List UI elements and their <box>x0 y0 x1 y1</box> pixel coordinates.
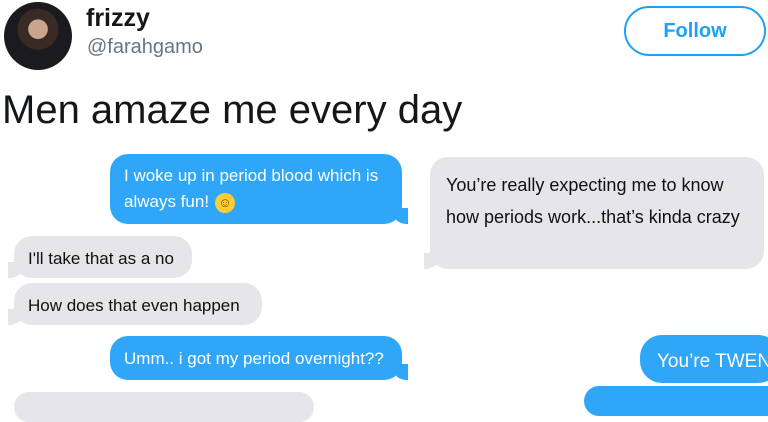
message-text: I'll take that as a no <box>28 249 174 268</box>
author-display-name[interactable]: frizzy <box>86 4 150 33</box>
message-text: You’re TWEN <box>657 351 768 372</box>
received-message-bubble: I'll take that as a no <box>8 236 192 278</box>
avatar[interactable] <box>4 2 72 70</box>
message-text: You’re really expecting me to know how p… <box>446 175 740 227</box>
message-text: How does that even happen <box>28 296 240 315</box>
received-message-bubble: You’re really expecting me to know how p… <box>424 157 764 269</box>
message-text: I woke up in period blood which is alway… <box>124 166 379 212</box>
sent-message-bubble: Umm.. i got my period overnight?? <box>110 336 408 380</box>
sent-message-bubble: I woke up in period blood which is alway… <box>110 154 408 224</box>
follow-button[interactable]: Follow <box>624 6 766 56</box>
grinning-face-emoji-icon: ☺ <box>215 192 236 213</box>
author-handle[interactable]: @farahgamo <box>87 36 203 59</box>
received-message-bubble-partial <box>14 392 314 422</box>
sent-message-bubble-partial <box>584 386 768 416</box>
tweet-text: Men amaze me every day <box>2 88 463 132</box>
received-message-bubble: How does that even happen <box>8 283 262 325</box>
message-text: Umm.. i got my period overnight?? <box>124 349 384 368</box>
sent-message-bubble: You’re TWEN <box>640 335 768 383</box>
